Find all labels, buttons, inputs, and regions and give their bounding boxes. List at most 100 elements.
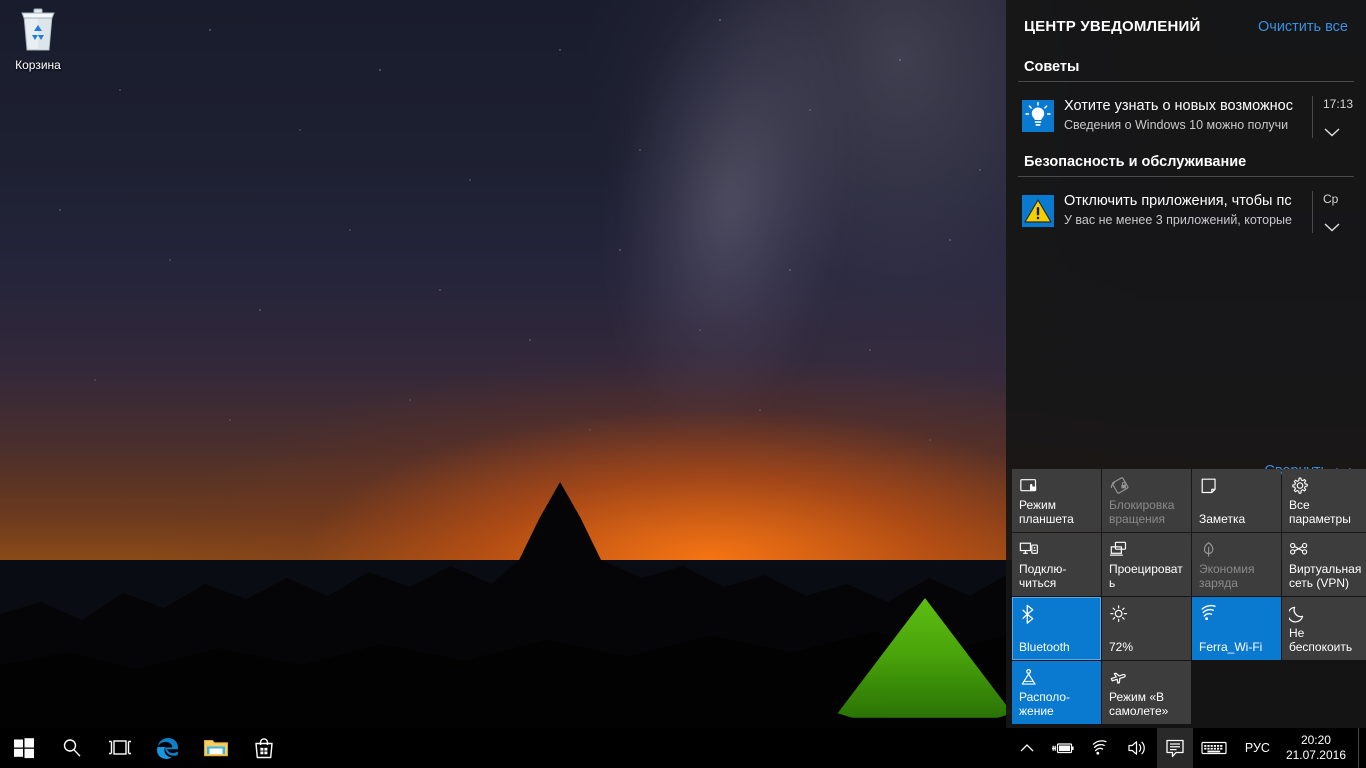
file-explorer-icon [204, 740, 228, 757]
quick-action-label: Располо-жение [1019, 690, 1070, 718]
battery-button[interactable] [1043, 728, 1083, 768]
task-view-icon [109, 740, 131, 755]
search-button[interactable] [48, 728, 96, 768]
notification-item[interactable]: Хотите узнать о новых возможнос Сведения… [1006, 90, 1366, 144]
quick-action-label: Не беспокоить [1289, 626, 1353, 654]
chevron-up-icon [1020, 744, 1034, 752]
network-button[interactable] [1083, 728, 1119, 768]
project-icon [1109, 541, 1127, 556]
quick-action-label: Экономия заряда [1199, 562, 1255, 590]
quick-action-label: Режим «В самолете» [1109, 690, 1169, 718]
notification-body: Отключить приложения, чтобы пс У вас не … [1064, 191, 1306, 229]
notification-subtitle: У вас не менее 3 приложений, которые [1064, 213, 1292, 227]
quick-action-label: Подклю-читься [1019, 562, 1067, 590]
quick-action-wifi[interactable]: Ferra_Wi-Fi [1192, 597, 1281, 660]
warning-icon [1022, 195, 1054, 227]
action-center-header: ЦЕНТР УВЕДОМЛЕНИЙ Очистить все [1006, 0, 1366, 35]
volume-button[interactable] [1119, 728, 1157, 768]
desktop-icon-recycle-bin[interactable]: Корзина [6, 6, 70, 72]
quick-action-label: Проецировать [1109, 562, 1183, 590]
language-indicator[interactable]: РУС [1235, 728, 1280, 768]
quick-action-brightness[interactable]: 72% [1102, 597, 1191, 660]
store-button[interactable] [240, 728, 288, 768]
show-hidden-icons-button[interactable] [1011, 728, 1043, 768]
quick-action-tablet-mode[interactable]: Режим планшета [1012, 469, 1101, 532]
notification-app-icon [1022, 195, 1054, 227]
action-center-button[interactable] [1156, 728, 1193, 768]
quick-action-label: Все параметры [1289, 498, 1351, 526]
battery-charging-icon [1051, 743, 1074, 754]
quick-action-location[interactable]: Располо-жение [1012, 661, 1101, 724]
notification-timestamp: Ср [1323, 192, 1339, 206]
notification-section-tips: Советы Хотите узнать о новых возможнос С… [1006, 49, 1366, 144]
rotation-lock-icon [1110, 477, 1129, 494]
action-center-icon [1166, 739, 1184, 757]
quick-action-vpn[interactable]: Виртуальная сеть (VPN) [1282, 533, 1366, 596]
clock-date: 21.07.2016 [1285, 748, 1346, 762]
quick-action-quiet-hours[interactable]: Не беспокоить [1282, 597, 1366, 660]
task-view-button[interactable] [96, 728, 144, 768]
section-title: Безопасность и обслуживание [1024, 154, 1247, 170]
brightness-icon [1110, 605, 1128, 623]
battery-saver-icon [1203, 542, 1214, 557]
notification-app-icon [1022, 100, 1054, 132]
notification-title: Хотите узнать о новых возможнос [1064, 98, 1293, 114]
quick-action-label: Bluetooth [1019, 639, 1070, 654]
action-center-title: ЦЕНТР УВЕДОМЛЕНИЙ [1024, 18, 1201, 35]
notification-timestamp: 17:13 [1323, 97, 1354, 111]
quick-action-label: 72% [1109, 639, 1134, 654]
system-tray: РУС 20:20 21.07.2016 [1011, 728, 1366, 768]
notification-item[interactable]: Отключить приложения, чтобы пс У вас не … [1006, 185, 1366, 239]
section-title: Советы [1024, 59, 1080, 75]
airplane-icon [1110, 672, 1126, 684]
moon-icon [1289, 606, 1304, 623]
vpn-icon [1290, 542, 1308, 555]
clear-all-button[interactable]: Очистить все [1258, 19, 1348, 35]
connect-icon [1019, 542, 1038, 554]
section-divider [1018, 176, 1354, 177]
quick-action-bluetooth[interactable]: Bluetooth [1012, 597, 1101, 660]
notification-meta: Ср [1312, 191, 1358, 233]
file-explorer-button[interactable] [192, 728, 240, 768]
quick-action-project[interactable]: Проецировать [1102, 533, 1191, 596]
volume-icon [1128, 741, 1145, 755]
desktop-icon-label: Корзина [15, 58, 61, 72]
quick-action-label: Заметка [1199, 511, 1246, 526]
taskbar: РУС 20:20 21.07.2016 [0, 728, 1366, 768]
touch-keyboard-button[interactable] [1193, 728, 1235, 768]
chevron-down-icon[interactable] [1323, 126, 1341, 138]
wifi-icon [1092, 740, 1107, 755]
windows-start-icon [14, 738, 34, 759]
notification-title: Отключить приложения, чтобы пс [1064, 193, 1292, 209]
action-center-panel: ЦЕНТР УВЕДОМЛЕНИЙ Очистить все Советы Хо… [1006, 0, 1366, 728]
start-button[interactable] [0, 728, 48, 768]
notification-subtitle: Сведения о Windows 10 можно получи [1064, 118, 1289, 132]
tablet-mode-icon [1020, 479, 1037, 492]
quick-action-rotation-lock[interactable]: Блокировка вращения [1102, 469, 1191, 532]
quick-action-label: Виртуальная сеть (VPN) [1289, 562, 1362, 590]
search-icon [63, 739, 81, 757]
quick-action-all-settings[interactable]: Все параметры [1282, 469, 1366, 532]
quick-action-battery-saver[interactable]: Экономия заряда [1192, 533, 1281, 596]
quick-action-connect[interactable]: Подклю-читься [1012, 533, 1101, 596]
quick-action-note[interactable]: Заметка [1192, 469, 1281, 532]
note-icon [1201, 478, 1216, 494]
quick-action-airplane-mode[interactable]: Режим «В самолете» [1102, 661, 1191, 724]
bluetooth-icon [1022, 604, 1034, 624]
notification-meta: 17:13 [1312, 96, 1358, 138]
chevron-down-icon[interactable] [1323, 221, 1341, 233]
notification-body: Хотите узнать о новых возможнос Сведения… [1064, 96, 1306, 134]
notification-list: Советы Хотите узнать о новых возможнос С… [1006, 35, 1366, 453]
edge-icon [157, 738, 178, 759]
quick-action-label: Ferra_Wi-Fi [1199, 639, 1263, 654]
location-icon [1021, 669, 1036, 685]
quick-action-label: Режим планшета [1019, 498, 1074, 526]
edge-button[interactable] [144, 728, 192, 768]
clock[interactable]: 20:20 21.07.2016 [1280, 728, 1358, 768]
quick-action-label: Блокировка вращения [1109, 498, 1175, 526]
section-divider [1018, 81, 1354, 82]
recycle-bin-icon [21, 8, 55, 51]
notification-section-security: Безопасность и обслуживание Отключить пр… [1006, 144, 1366, 239]
lightbulb-icon [1022, 100, 1054, 132]
show-desktop-button[interactable] [1358, 728, 1366, 768]
